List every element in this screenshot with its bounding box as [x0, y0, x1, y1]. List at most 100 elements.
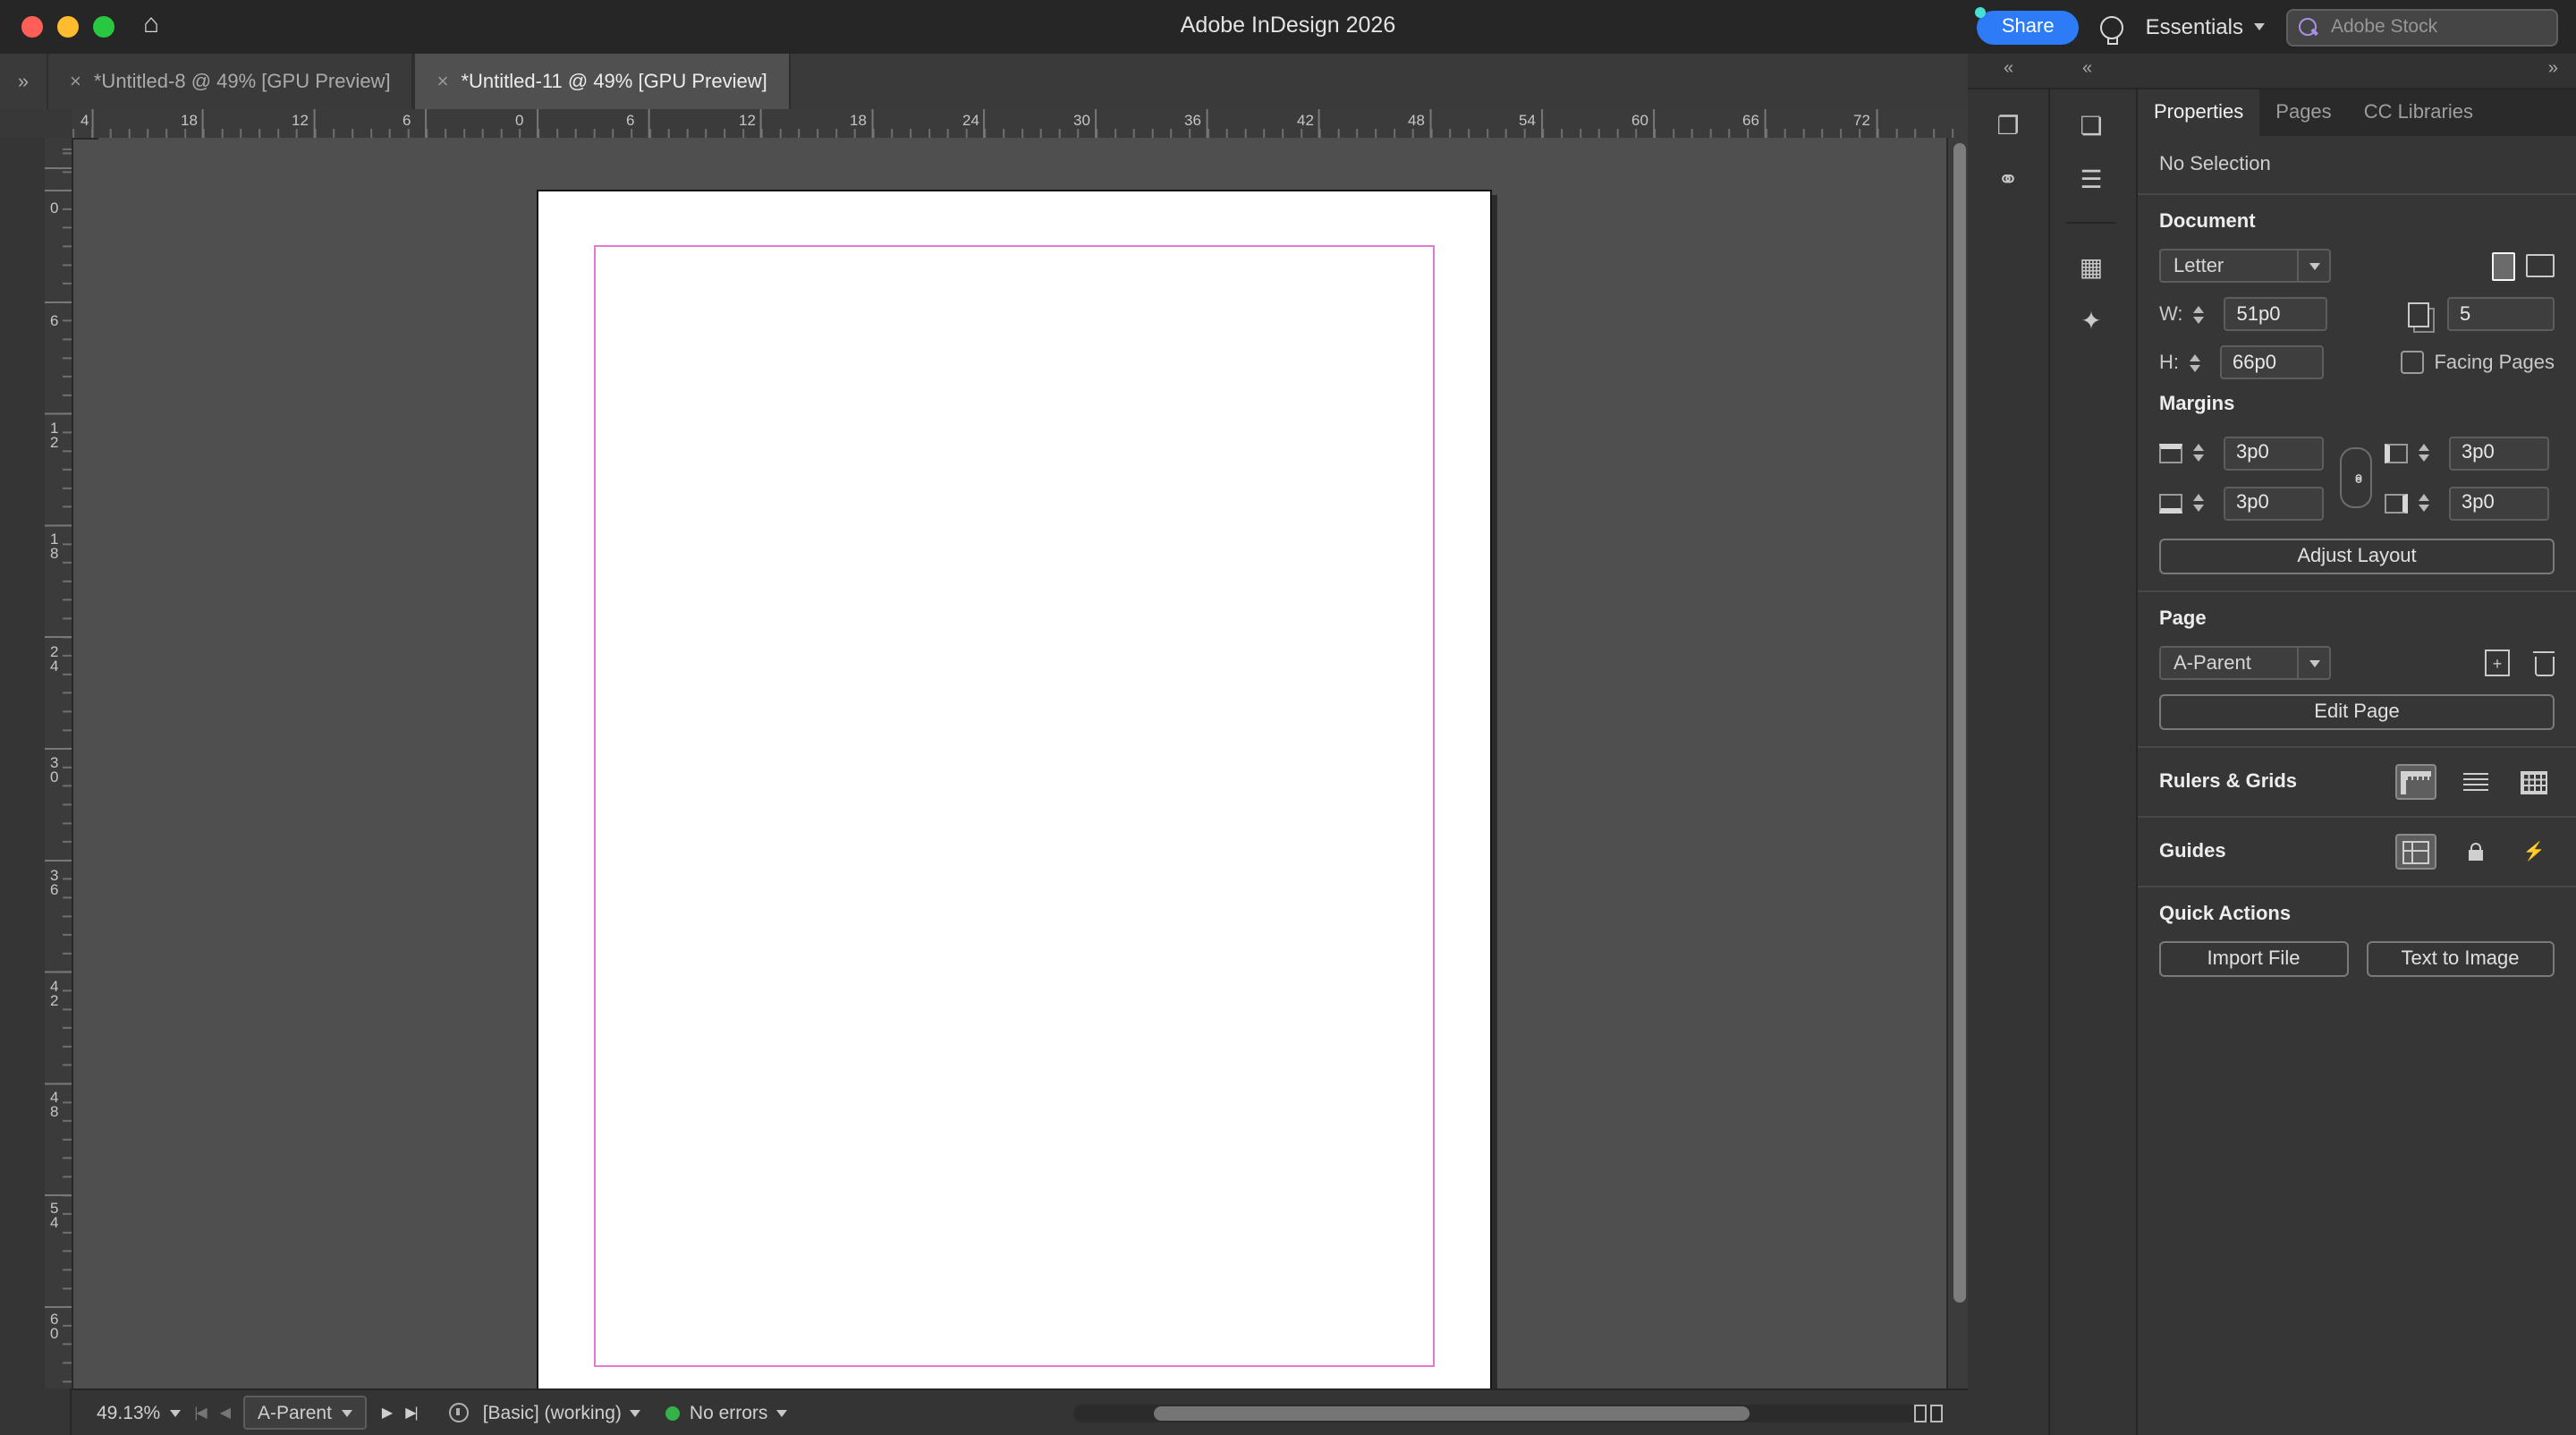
chevron-down-icon [2309, 659, 2319, 667]
chevron-down-icon [2254, 23, 2265, 30]
divider [2138, 590, 2576, 592]
ruler-tick-label: 54 [1519, 111, 1536, 129]
document-tab[interactable]: × *Untitled-8 @ 49% [GPU Preview] [47, 54, 414, 109]
pasteboard[interactable] [98, 138, 1946, 1388]
document-section-label: Document [2159, 211, 2256, 233]
no-errors-dot [665, 1405, 681, 1420]
ruler-icon [2401, 770, 2431, 794]
bottom-margin-field[interactable] [2224, 486, 2324, 520]
outside-margin-stepper[interactable] [2419, 494, 2438, 512]
cc-libraries-panel-icon[interactable]: ✦ [2080, 306, 2101, 335]
width-stepper[interactable] [2193, 305, 2214, 323]
divider [2066, 222, 2116, 224]
bottom-margin-stepper[interactable] [2193, 494, 2213, 512]
edit-page-button[interactable]: Edit Page [2159, 694, 2555, 730]
ruler-origin-corner[interactable] [0, 109, 73, 140]
swatches-panel-icon[interactable]: ▦ [2080, 252, 2103, 281]
bottom-margin-icon [2159, 493, 2182, 513]
vertical-ruler-gutter: 0 6 12 18 24 30 36 42 48 54 60 [0, 138, 73, 1388]
guides-icon [2402, 840, 2429, 863]
outside-margin-field[interactable] [2449, 486, 2549, 520]
collapse-dock-icon[interactable]: « [2004, 59, 2013, 79]
adjust-layout-button[interactable]: Adjust Layout [2159, 539, 2555, 574]
document-tab[interactable]: × *Untitled-11 @ 49% [GPU Preview] [413, 54, 791, 109]
tool-dock-collapse-icon[interactable]: » [0, 54, 47, 109]
vertical-scrollbar[interactable] [1946, 138, 1970, 1388]
show-guides-button[interactable] [2395, 834, 2436, 870]
zoom-level-select[interactable]: 49.13% [97, 1402, 181, 1423]
width-field[interactable] [2224, 297, 2328, 331]
preflight-icon[interactable] [448, 1403, 469, 1422]
margin-guides [594, 245, 1435, 1367]
inside-margin-field[interactable] [2449, 436, 2549, 470]
smart-guides-button[interactable]: ⚡ [2513, 834, 2555, 870]
top-margin-stepper[interactable] [2193, 444, 2213, 462]
first-page-button[interactable]: |◀ [194, 1405, 208, 1421]
links-panel-icon[interactable]: ⚭ [1997, 165, 2018, 193]
page-number-select[interactable]: A-Parent [243, 1396, 368, 1430]
divider [2138, 746, 2576, 748]
ruler-tick-label: 60 [1631, 111, 1648, 129]
adobe-stock-search-input[interactable] [2327, 14, 2546, 39]
text-to-image-button[interactable]: Text to Image [2366, 941, 2555, 977]
previous-page-button[interactable]: ◀ [220, 1405, 231, 1421]
close-tab-icon[interactable]: × [70, 71, 81, 92]
lock-icon [2468, 843, 2482, 861]
outside-margin-icon [2385, 493, 2408, 513]
applied-parent-select[interactable]: A-Parent [2159, 646, 2331, 680]
discover-lightbulb-icon[interactable] [2100, 15, 2124, 44]
baseline-grid-icon [2462, 772, 2487, 792]
horizontal-scrollbar[interactable] [1073, 1405, 1943, 1422]
ruler-tick-label: 48 [1408, 111, 1425, 129]
document-tab-label: *Untitled-8 @ 49% [GPU Preview] [93, 71, 391, 92]
ruler-tick-label: 12 [50, 419, 59, 451]
divider [2138, 193, 2576, 195]
show-rulers-button[interactable] [2395, 764, 2436, 800]
height-field[interactable] [2220, 345, 2324, 379]
chevron-down-icon [169, 1409, 181, 1416]
tab-properties[interactable]: Properties [2138, 89, 2260, 136]
pages-panel-icon[interactable]: ❐ [1996, 111, 2019, 140]
share-button[interactable]: Share [1974, 6, 2080, 44]
last-page-button[interactable]: ▶| [405, 1405, 419, 1421]
preflight-error-status[interactable]: No errors [665, 1402, 788, 1423]
panel-dock-strip-2: ❏ ☰ ▦ ✦ [2050, 89, 2132, 1435]
ruler-tick-label: 54 [50, 1199, 59, 1231]
inside-margin-stepper[interactable] [2419, 444, 2438, 462]
document-page[interactable] [537, 190, 1492, 1388]
import-file-button[interactable]: Import File [2159, 941, 2348, 977]
pages-count-field[interactable] [2447, 297, 2555, 331]
document-grid-icon [2521, 770, 2547, 794]
ruler-tick-label: 6 [50, 311, 59, 329]
tab-cc-libraries[interactable]: CC Libraries [2348, 89, 2489, 136]
lock-guides-button[interactable] [2454, 834, 2496, 870]
collapse-dock-icon[interactable]: « [2082, 59, 2092, 79]
facing-pages-label: Facing Pages [2434, 352, 2555, 373]
layers-panel-icon[interactable]: ❏ [2080, 111, 2102, 140]
facing-pages-checkbox[interactable] [2400, 351, 2424, 374]
horizontal-scrollbar-thumb[interactable] [1154, 1406, 1750, 1421]
page-size-select[interactable]: Letter [2159, 249, 2331, 283]
next-page-button[interactable]: ▶ [382, 1405, 393, 1421]
add-page-icon[interactable]: + [2485, 650, 2510, 676]
close-tab-icon[interactable]: × [437, 71, 449, 92]
stroke-panel-icon[interactable]: ☰ [2080, 165, 2102, 193]
vertical-ruler[interactable]: 0 6 12 18 24 30 36 42 48 54 60 [45, 138, 73, 1388]
preflight-profile-select[interactable]: [Basic] (working) [483, 1402, 641, 1423]
horizontal-ruler[interactable]: 4 18 12 6 0 6 12 18 24 30 36 42 48 54 60 66 72 [72, 109, 1968, 140]
landscape-orientation-button[interactable] [2526, 254, 2555, 277]
workspace-switcher[interactable]: Essentials [2146, 14, 2265, 39]
top-margin-field[interactable] [2224, 436, 2324, 470]
delete-page-icon[interactable] [2532, 650, 2555, 675]
baseline-grid-button[interactable] [2454, 764, 2496, 800]
adobe-stock-search[interactable] [2286, 8, 2558, 46]
height-stepper[interactable] [2190, 353, 2209, 371]
ruler-tick-label: 48 [50, 1088, 59, 1120]
portrait-orientation-button[interactable] [2492, 251, 2515, 280]
tab-pages[interactable]: Pages [2259, 89, 2347, 136]
link-margins-icon[interactable]: ⚭ [2340, 447, 2372, 508]
vertical-scrollbar-thumb[interactable] [1953, 143, 1965, 1303]
spread-view-icon[interactable] [1914, 1405, 1943, 1422]
document-grid-button[interactable] [2513, 764, 2555, 800]
expand-dock-icon[interactable]: » [2548, 59, 2558, 79]
